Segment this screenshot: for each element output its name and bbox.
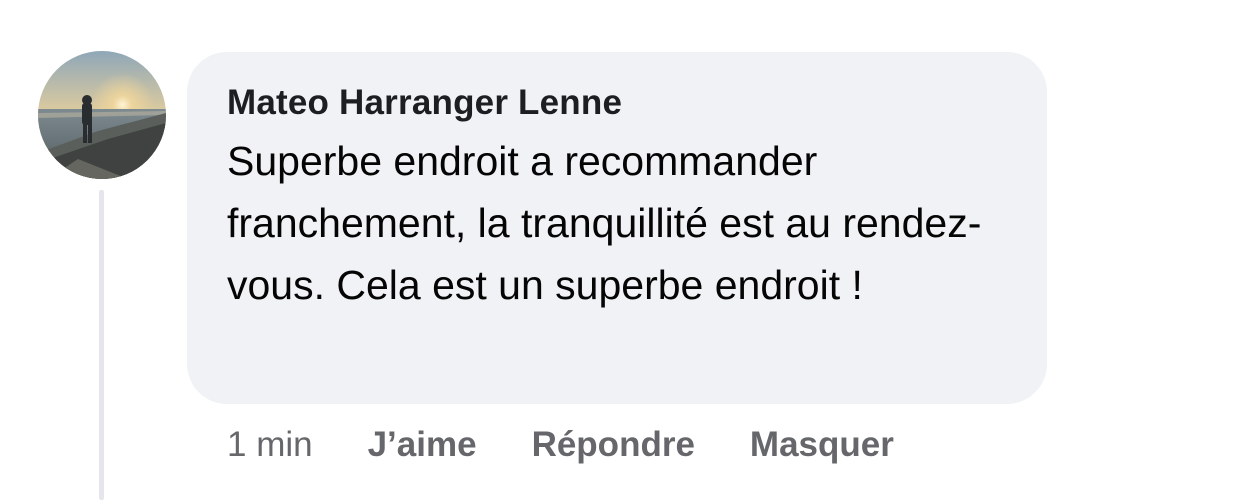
like-button[interactable]: J’aime bbox=[368, 420, 477, 470]
hide-button[interactable]: Masquer bbox=[750, 420, 894, 470]
comment-author-name[interactable]: Mateo Harranger Lenne bbox=[227, 82, 1007, 124]
comment-bubble: Mateo Harranger Lenne Superbe endroit a … bbox=[187, 52, 1047, 404]
comment-actions: 1 min J’aime Répondre Masquer bbox=[227, 420, 949, 470]
avatar-photo bbox=[38, 51, 166, 179]
reply-thread-line bbox=[99, 190, 104, 500]
reply-button[interactable]: Répondre bbox=[532, 420, 695, 470]
comment-timestamp[interactable]: 1 min bbox=[227, 420, 313, 470]
comment-text: Superbe endroit a recommander franchemen… bbox=[227, 138, 982, 308]
avatar[interactable] bbox=[38, 51, 166, 179]
